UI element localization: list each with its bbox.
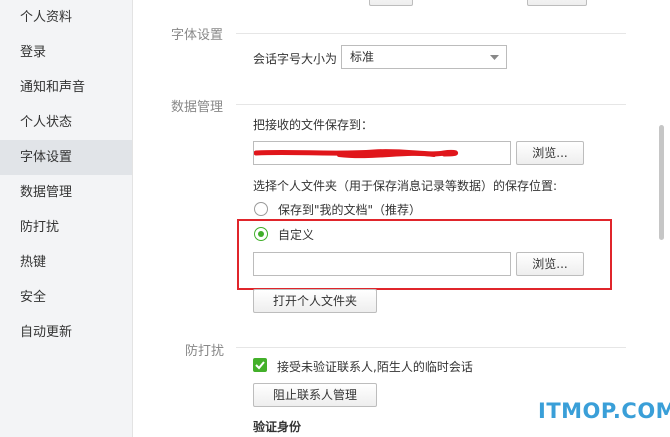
open-personal-folder-button[interactable]: 打开个人文件夹 — [253, 289, 377, 313]
font-size-value: 标准 — [350, 50, 375, 64]
settings-sidebar: 个人资料 登录 通知和声音 个人状态 字体设置 数据管理 防打扰 热键 安全 自… — [0, 0, 133, 437]
verify-identity-label: 验证身份 — [253, 420, 302, 434]
sidebar-item-data[interactable]: 数据管理 — [0, 175, 132, 210]
font-section-title: 字体设置 — [171, 28, 224, 43]
dnd-section-title: 防打扰 — [185, 344, 225, 359]
sidebar-item-dnd[interactable]: 防打扰 — [0, 210, 132, 245]
divider — [236, 104, 626, 105]
divider — [236, 347, 626, 348]
divider — [236, 33, 626, 34]
checkmark-icon — [255, 361, 265, 370]
chevron-down-icon — [490, 55, 499, 60]
font-size-select[interactable]: 标准 — [341, 45, 507, 69]
sidebar-item-notifications[interactable]: 通知和声音 — [0, 70, 132, 105]
sidebar-item-profile[interactable]: 个人资料 — [0, 0, 132, 35]
redacted-path-scribble — [254, 149, 458, 159]
browse-button[interactable]: 浏览... — [516, 141, 584, 165]
scrollbar-thumb[interactable] — [659, 125, 664, 240]
radio-mydocs[interactable] — [254, 202, 268, 216]
sidebar-item-font[interactable]: 字体设置 — [0, 140, 132, 175]
sidebar-item-autoupdate[interactable]: 自动更新 — [0, 315, 132, 350]
watermark-text: ITMOP.COM — [538, 399, 670, 423]
accept-temp-checkbox[interactable] — [253, 358, 267, 372]
save-path-input[interactable] — [253, 141, 511, 165]
previous-section-button-2[interactable] — [527, 0, 587, 6]
highlight-box — [237, 219, 612, 290]
sidebar-item-security[interactable]: 安全 — [0, 280, 132, 315]
sidebar-item-hotkeys[interactable]: 热键 — [0, 245, 132, 280]
accept-temp-label[interactable]: 接受未验证联系人,陌生人的临时会话 — [277, 358, 473, 375]
block-contacts-button[interactable]: 阻止联系人管理 — [253, 383, 377, 407]
data-section-title: 数据管理 — [171, 100, 224, 115]
save-files-label: 把接收的文件保存到： — [253, 118, 374, 132]
option-mydocs-label[interactable]: 保存到"我的文档"（推荐） — [278, 201, 421, 218]
sidebar-item-status[interactable]: 个人状态 — [0, 105, 132, 140]
font-size-label: 会话字号大小为 — [253, 52, 338, 66]
personal-folder-label: 选择个人文件夹（用于保存消息记录等数据）的保存位置: — [253, 179, 558, 193]
sidebar-item-login[interactable]: 登录 — [0, 35, 132, 70]
previous-section-button[interactable] — [369, 0, 413, 6]
